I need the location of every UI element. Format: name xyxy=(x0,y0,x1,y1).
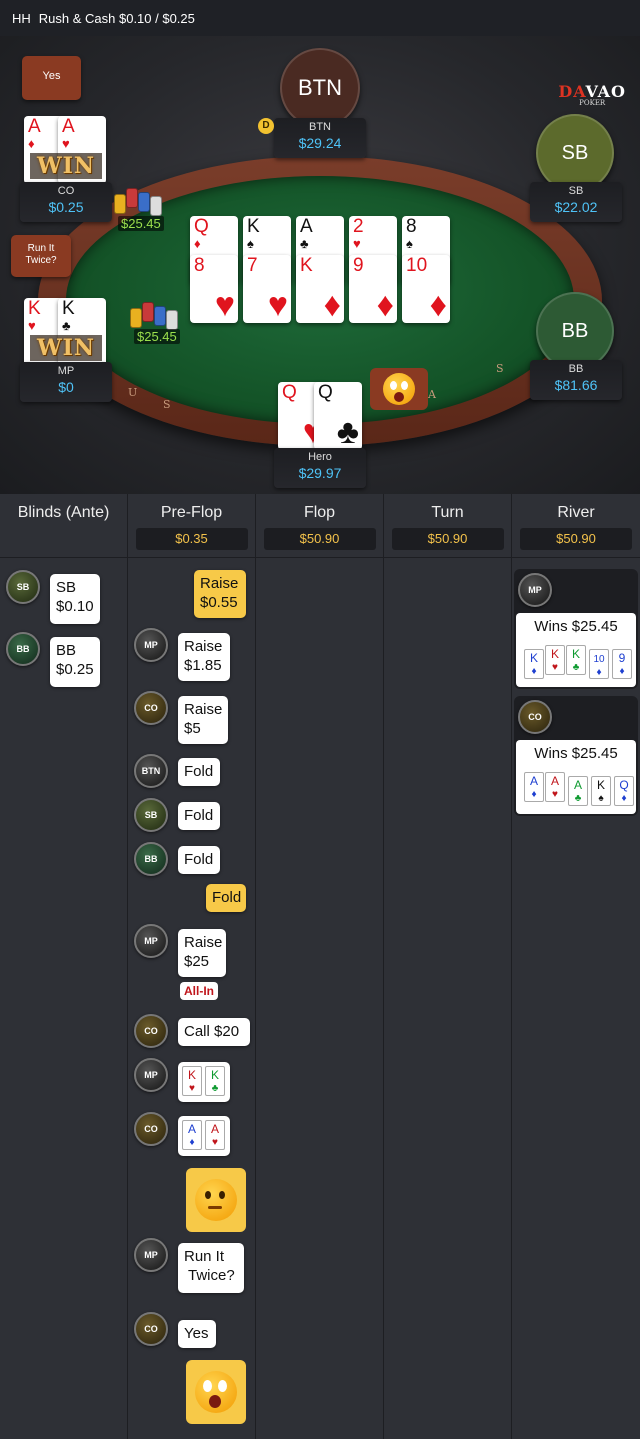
action-bubble: Call $20 xyxy=(178,1018,250,1046)
player-avatar-mp[interactable]: MP xyxy=(134,924,168,958)
player-avatar-mp[interactable]: MP xyxy=(518,573,552,607)
dealer-button-icon: D xyxy=(258,118,274,134)
winner-box-co: CO Wins $25.45 A ♦ A ♥ A ♣ K ♠ Q ♦ xyxy=(514,696,638,816)
rail-letter: S xyxy=(496,362,504,375)
action-bubble: Fold xyxy=(178,802,220,830)
co-chat-bubble: Yes xyxy=(22,56,81,100)
all-in-badge: All-In xyxy=(180,982,218,1000)
board-card-run2: K ♦ xyxy=(296,255,344,323)
board-card-run2: 9 ♦ xyxy=(349,255,397,323)
shocked-emoji-icon xyxy=(370,368,428,410)
action-history: Blinds (Ante) Pre-Flop $0.35 Flop $50.90… xyxy=(0,494,640,1439)
shown-cards-bubble: K ♥ K ♣ xyxy=(178,1062,230,1102)
column-header: Flop $50.90 xyxy=(256,494,383,558)
action-bubble: Raise $1.85 xyxy=(178,633,230,681)
player-avatar-co[interactable]: CO xyxy=(134,1112,168,1146)
shown-cards-bubble: A ♦ A ♥ xyxy=(178,1116,230,1156)
player-avatar-mp[interactable]: MP xyxy=(134,1058,168,1092)
thinking-emoji-icon xyxy=(186,1168,246,1232)
player-avatar-co[interactable]: CO xyxy=(134,1014,168,1048)
hero-hole-card: Q ♣ xyxy=(314,382,362,450)
player-avatar-co[interactable]: CO xyxy=(134,691,168,725)
hand-history-label: HH xyxy=(12,10,31,26)
mp-win-badge: WIN xyxy=(30,335,102,361)
davao-poker-logo: DAVAO POKER xyxy=(558,82,626,107)
seat-btn-avatar[interactable]: BTN xyxy=(280,48,360,128)
street-pot: $0.35 xyxy=(135,528,248,550)
player-avatar-co[interactable]: CO xyxy=(518,700,552,734)
column-header: Turn $50.90 xyxy=(384,494,511,558)
seat-sb-nameplate: SB $22.02 xyxy=(530,182,622,222)
pot-amount-top: $25.45 xyxy=(118,216,164,231)
action-bubble: Fold xyxy=(178,758,220,786)
hand-history-screen: HH Rush & Cash $0.10 / $0.25 U S A S DAV… xyxy=(0,0,640,1439)
seat-bb-avatar[interactable]: BB xyxy=(536,292,614,370)
game-title: Rush & Cash $0.10 / $0.25 xyxy=(38,10,195,26)
action-bubble: BB $0.25 xyxy=(50,637,100,687)
street-pot: $50.90 xyxy=(263,528,376,550)
rail-letter: A xyxy=(428,388,436,401)
player-avatar-bb[interactable]: BB xyxy=(134,842,168,876)
column-header: River $50.90 xyxy=(512,494,640,558)
rail-letter: U xyxy=(128,386,138,399)
board-card-run2: 10 ♦ xyxy=(402,255,450,323)
column-turn: Turn $50.90 xyxy=(384,494,512,1439)
action-bubble: SB $0.10 xyxy=(50,574,100,624)
co-win-badge: WIN xyxy=(30,153,102,179)
chip-stack-icon xyxy=(128,296,180,330)
winner-panel: Wins $25.45 K ♦ K ♥ K ♣ 10 ♦ 9 ♦ xyxy=(516,613,636,687)
column-header: Pre-Flop $0.35 xyxy=(128,494,255,558)
player-avatar-co[interactable]: CO xyxy=(134,1312,168,1346)
hero-action-bubble: Raise $0.55 xyxy=(194,570,246,618)
board-card-run2: 7 ♥ xyxy=(243,255,291,323)
column-header: Blinds (Ante) xyxy=(0,494,127,558)
action-bubble: Raise $25 xyxy=(178,929,226,977)
chip-stack-icon xyxy=(112,182,164,216)
seat-sb-avatar[interactable]: SB xyxy=(536,114,614,192)
shocked-emoji-icon xyxy=(186,1360,246,1424)
action-bubble: Raise $5 xyxy=(178,696,228,744)
column-flop: Flop $50.90 xyxy=(256,494,384,1439)
player-avatar-sb[interactable]: SB xyxy=(6,570,40,604)
player-avatar-sb[interactable]: SB xyxy=(134,798,168,832)
chat-bubble: Yes xyxy=(178,1320,216,1348)
seat-hero-nameplate: Hero $29.97 xyxy=(274,448,366,488)
player-avatar-mp[interactable]: MP xyxy=(134,1238,168,1272)
seat-btn-nameplate: BTN $29.24 xyxy=(274,118,366,158)
chat-bubble: Run It Twice? xyxy=(178,1243,244,1293)
winner-panel: Wins $25.45 A ♦ A ♥ A ♣ K ♠ Q ♦ xyxy=(516,740,636,814)
board-card-run2: 8 ♥ xyxy=(190,255,238,323)
seat-bb-nameplate: BB $81.66 xyxy=(530,360,622,400)
seat-mp-nameplate: MP $0 xyxy=(20,362,112,402)
seat-co-nameplate: CO $0.25 xyxy=(20,182,112,222)
winner-box-mp: MP Wins $25.45 K ♦ K ♥ K ♣ 10 ♦ 9 ♦ xyxy=(514,569,638,689)
rail-letter: S xyxy=(163,398,171,411)
player-avatar-bb[interactable]: BB xyxy=(6,632,40,666)
street-pot: $50.90 xyxy=(520,528,632,550)
poker-table-area: U S A S DAVAO POKER BTN BTN $29.24 D SB … xyxy=(0,36,640,494)
header-bar: HH Rush & Cash $0.10 / $0.25 xyxy=(0,0,640,36)
mp-chat-bubble: Run It Twice? xyxy=(11,235,71,277)
pot-amount-bottom: $25.45 xyxy=(134,329,180,344)
hero-action-bubble: Fold xyxy=(206,884,246,912)
street-pot: $50.90 xyxy=(391,528,504,550)
action-bubble: Fold xyxy=(178,846,220,874)
player-avatar-mp[interactable]: MP xyxy=(134,628,168,662)
player-avatar-btn[interactable]: BTN xyxy=(134,754,168,788)
